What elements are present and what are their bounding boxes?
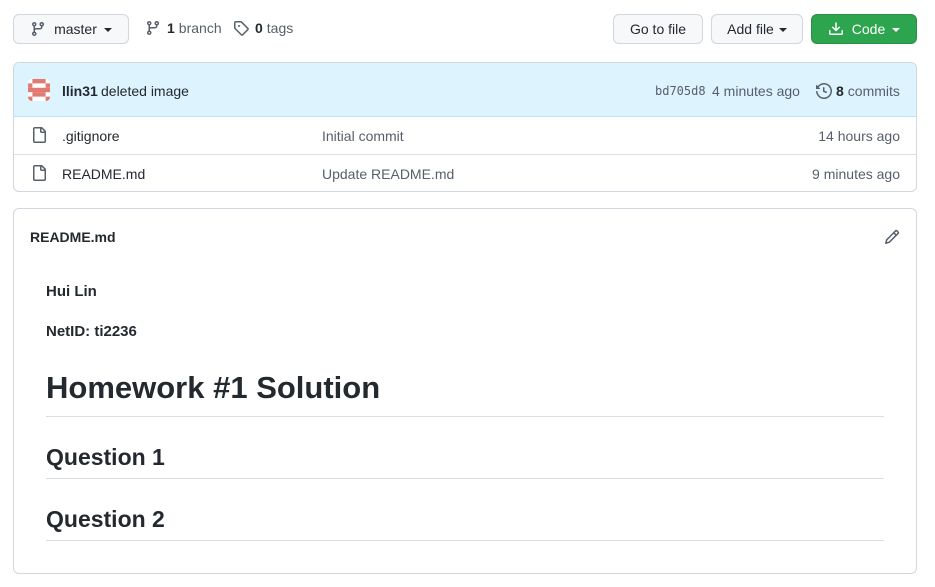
file-icon	[31, 165, 47, 181]
add-file-label: Add file	[727, 21, 774, 37]
branch-selector-button[interactable]: master	[13, 14, 129, 44]
download-icon	[828, 21, 844, 37]
heading-divider	[46, 416, 884, 417]
tag-icon	[233, 20, 249, 36]
code-button[interactable]: Code	[811, 14, 917, 44]
commits-count: 8	[836, 83, 844, 99]
file-icon	[31, 127, 47, 143]
heading-divider	[46, 478, 884, 479]
branch-selector-label: master	[54, 21, 97, 37]
branch-icon	[30, 21, 46, 37]
tags-count: 0	[255, 20, 263, 36]
go-to-file-button[interactable]: Go to file	[613, 14, 703, 44]
readme-netid: NetID: ti2236	[46, 323, 137, 340]
file-row[interactable]: README.md Update README.md 9 minutes ago	[14, 154, 916, 191]
readme-filename[interactable]: README.md	[30, 229, 116, 245]
branches-label: branch	[178, 20, 222, 36]
go-to-file-label: Go to file	[629, 21, 687, 37]
chevron-down-icon	[892, 28, 901, 32]
file-commit-time: 9 minutes ago	[812, 166, 900, 182]
file-name[interactable]: README.md	[62, 166, 145, 182]
commit-message[interactable]: deleted image	[101, 83, 189, 99]
file-commit-message[interactable]: Update README.md	[322, 166, 454, 182]
heading-divider	[46, 540, 884, 541]
readme-heading-question-2: Question 2	[46, 506, 165, 532]
readme-author: Hui Lin	[46, 283, 97, 300]
file-commit-message[interactable]: Initial commit	[322, 128, 404, 144]
chevron-down-icon	[103, 28, 112, 32]
tags-label: tags	[266, 20, 294, 36]
avatar[interactable]	[28, 79, 50, 101]
commits-label: commits	[847, 83, 900, 99]
readme-heading-1: Homework #1 Solution	[46, 370, 381, 405]
file-row[interactable]: .gitignore Initial commit 14 hours ago	[14, 117, 916, 154]
code-label: Code	[851, 21, 886, 37]
branch-icon	[145, 20, 161, 36]
add-file-button[interactable]: Add file	[711, 14, 803, 44]
file-name[interactable]: .gitignore	[62, 128, 120, 144]
commit-sha[interactable]: bd705d8	[655, 84, 706, 98]
commit-author[interactable]: llin31	[62, 83, 98, 99]
commit-time: 4 minutes ago	[712, 83, 800, 99]
branches-count: 1	[167, 20, 175, 36]
chevron-down-icon	[778, 28, 787, 32]
file-commit-time: 14 hours ago	[818, 128, 900, 144]
tags-link[interactable]: 0 tags	[233, 20, 293, 36]
branches-link[interactable]: 1 branch	[145, 20, 222, 36]
latest-commit-bar: llin31 deleted image bd705d8 4 minutes a…	[14, 63, 916, 117]
readme-heading-question-1: Question 1	[46, 444, 165, 470]
file-listing: llin31 deleted image bd705d8 4 minutes a…	[13, 62, 917, 192]
pencil-icon[interactable]	[884, 229, 900, 245]
commits-link[interactable]: 8 commits	[816, 83, 900, 99]
history-icon	[816, 83, 832, 99]
